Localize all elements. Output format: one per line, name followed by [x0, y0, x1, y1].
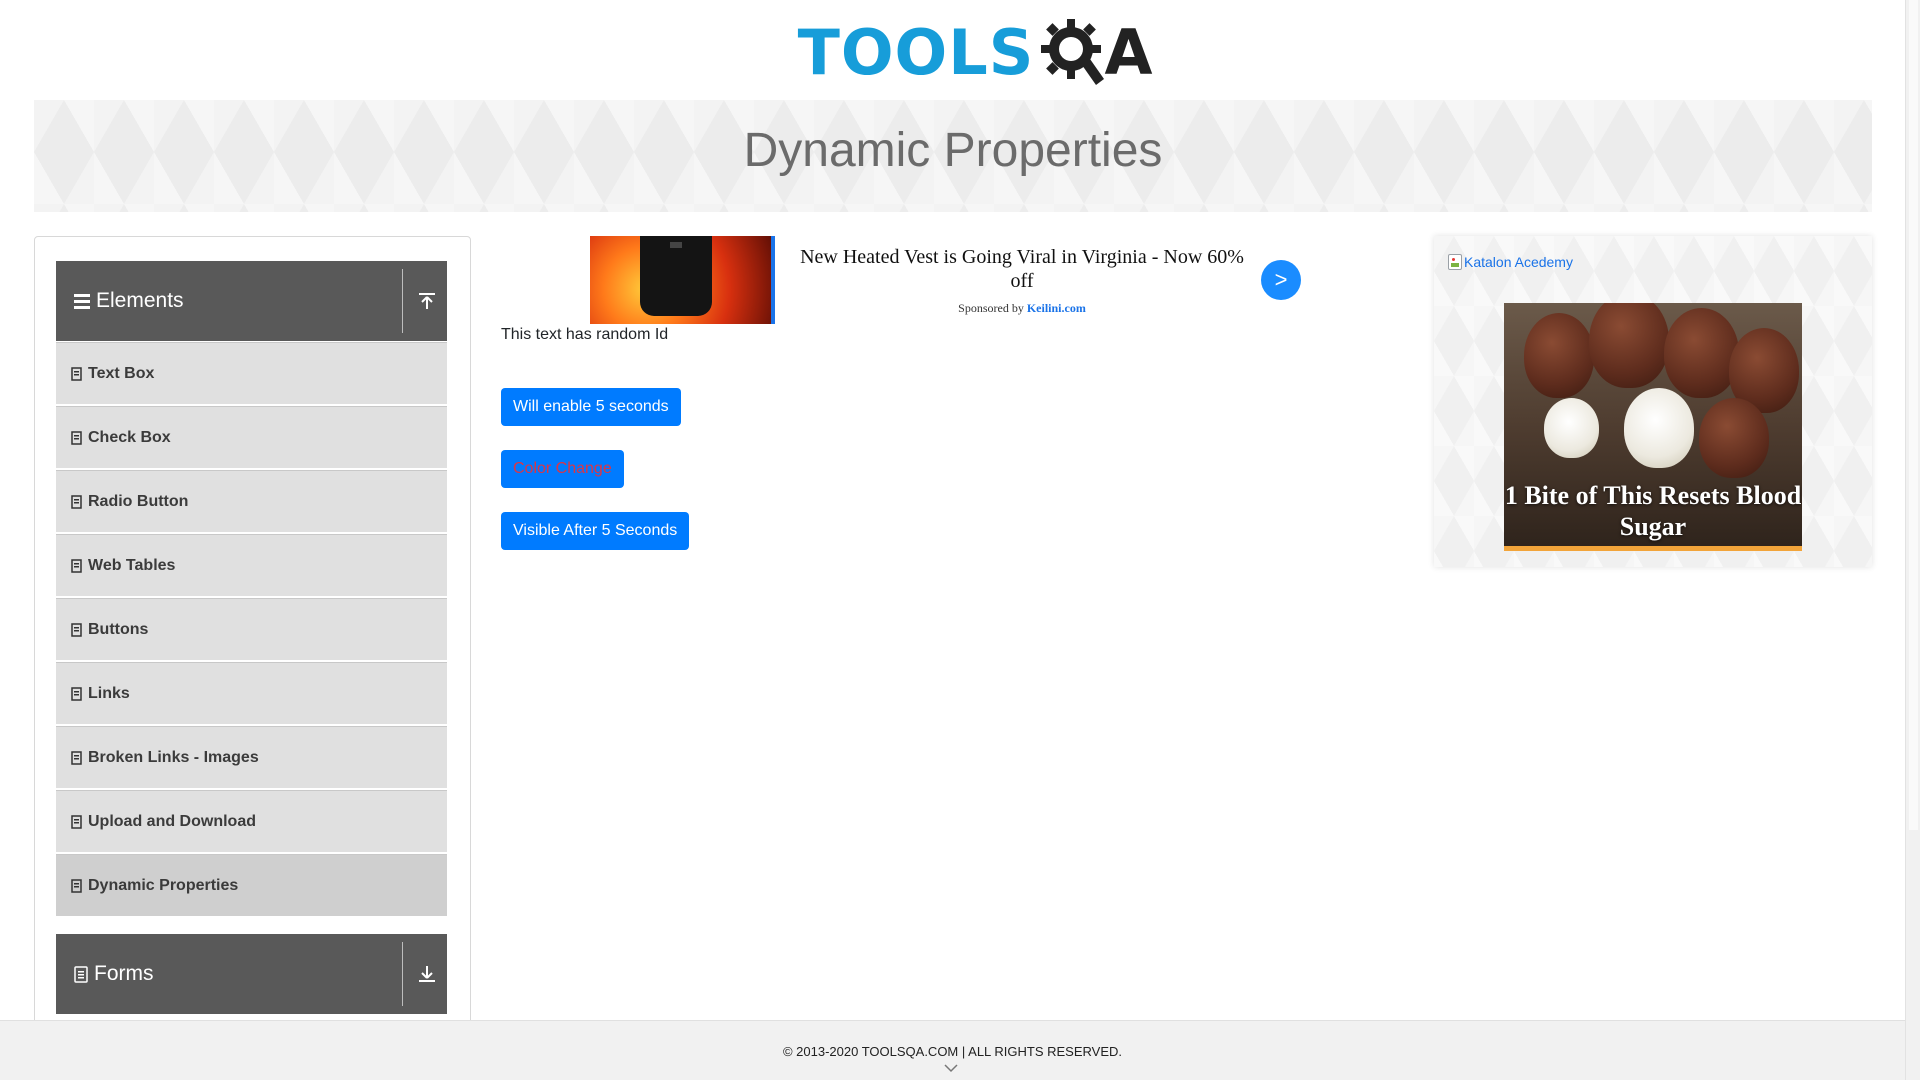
sidebar-item-label: Radio Button — [88, 492, 189, 510]
header: TOOLS A — [0, 0, 1920, 100]
sidebar-item-radio-button[interactable]: Radio Button — [56, 470, 447, 532]
sidebar-item-label: Text Box — [88, 364, 155, 382]
visible-after-button[interactable]: Visible After 5 Seconds — [501, 512, 690, 550]
sidebar-item-upload-and-download[interactable]: Upload and Download — [56, 790, 447, 852]
vest-graphic — [640, 236, 712, 316]
item-icon — [71, 494, 82, 509]
logo-text: TOOLS — [797, 16, 1035, 89]
item-icon — [71, 750, 82, 765]
sidebar-item-label: Links — [88, 684, 130, 702]
sidebar-item-text-box[interactable]: Text Box — [56, 342, 447, 404]
fruit-graphic — [1624, 388, 1694, 468]
broken-image-icon — [1448, 254, 1462, 270]
item-icon — [71, 878, 82, 893]
sidebar-item-dynamic-properties[interactable]: Dynamic Properties — [56, 854, 447, 916]
ad-sponsor-line: Sponsored by Keilini.com — [789, 301, 1255, 316]
elements-menu: Text Box Check Box Radio Button Web Tabl… — [56, 342, 447, 918]
ad-sponsored-by: Sponsored by — [958, 300, 1024, 315]
group-header-forms[interactable]: Forms — [56, 934, 447, 1014]
sidebar-item-label: Broken Links - Images — [88, 748, 259, 766]
random-id-text: This text has random Id — [501, 326, 669, 343]
expand-down-icon[interactable] — [416, 962, 438, 986]
fruit-graphic — [1589, 303, 1669, 388]
fruit-graphic — [1524, 313, 1594, 398]
vertical-scrollbar[interactable] — [1905, 0, 1920, 1080]
group-divider — [402, 942, 403, 1006]
ad-go-button[interactable]: > — [1261, 260, 1301, 300]
sidebar-item-links[interactable]: Links — [56, 662, 447, 724]
group-divider — [402, 269, 403, 333]
fruit-graphic — [1699, 398, 1769, 478]
sidebar-item-label: Dynamic Properties — [88, 876, 239, 894]
sidebar-item-label: Upload and Download — [88, 812, 256, 830]
chevron-down-icon[interactable] — [944, 1063, 958, 1073]
ad-sponsor-link[interactable]: Keilini.com — [1027, 301, 1086, 315]
top-ad: New Heated Vest is Going Viral in Virgin… — [590, 236, 1400, 324]
ad-headline[interactable]: New Heated Vest is Going Viral in Virgin… — [789, 245, 1255, 293]
hamburger-icon — [74, 293, 90, 309]
item-icon — [71, 814, 82, 829]
item-icon — [71, 430, 82, 445]
sidebar-item-buttons[interactable]: Buttons — [56, 598, 447, 660]
enable-after-button[interactable]: Will enable 5 seconds — [501, 388, 681, 426]
fruit-graphic — [1664, 308, 1739, 398]
sidebar: Elements Text Box Check Box Radio Button… — [34, 236, 471, 1066]
gear-magnifier-icon — [1041, 19, 1105, 85]
sidebar-item-label: Web Tables — [88, 556, 176, 574]
color-change-button[interactable]: Color Change — [501, 450, 624, 488]
ad-card[interactable]: 1 Bite of This Resets Blood Sugar — [1504, 303, 1802, 551]
footer: © 2013-2020 TOOLSQA.COM | ALL RIGHTS RES… — [0, 1020, 1905, 1080]
sidebar-item-web-tables[interactable]: Web Tables — [56, 534, 447, 596]
toolsqa-logo[interactable]: TOOLS A — [797, 15, 1153, 91]
ad-copy: New Heated Vest is Going Viral in Virgin… — [775, 245, 1255, 316]
ad-image[interactable] — [590, 236, 775, 324]
sidebar-item-label: Check Box — [88, 428, 171, 446]
katalon-academy-link[interactable]: Katalon Acedemy — [1448, 254, 1573, 270]
group-title: Forms — [94, 962, 154, 985]
item-icon — [71, 686, 82, 701]
group-header-elements[interactable]: Elements — [56, 261, 447, 341]
right-ad: Katalon Acedemy 1 Bite of This Resets Bl… — [1434, 236, 1872, 567]
sidebar-item-broken-links-images[interactable]: Broken Links - Images — [56, 726, 447, 788]
group-title: Elements — [96, 289, 184, 312]
sidebar-item-check-box[interactable]: Check Box — [56, 406, 447, 468]
katalon-link-text: Katalon Acedemy — [1464, 254, 1573, 270]
page-title: Dynamic Properties — [743, 123, 1163, 177]
item-icon — [71, 366, 82, 381]
logo-suffix: A — [1104, 16, 1153, 89]
item-icon — [71, 558, 82, 573]
ad-card-title: 1 Bite of This Resets Blood Sugar — [1504, 480, 1802, 541]
document-icon — [74, 965, 88, 983]
footer-copyright: © 2013-2020 TOOLSQA.COM | ALL RIGHTS RES… — [782, 1044, 1123, 1059]
fruit-graphic — [1544, 398, 1599, 458]
scrollbar-thumb[interactable] — [1909, 0, 1918, 830]
item-icon — [71, 622, 82, 637]
page-banner: Dynamic Properties — [34, 100, 1872, 212]
collapse-up-icon[interactable] — [416, 289, 438, 313]
sidebar-item-label: Buttons — [88, 620, 149, 638]
